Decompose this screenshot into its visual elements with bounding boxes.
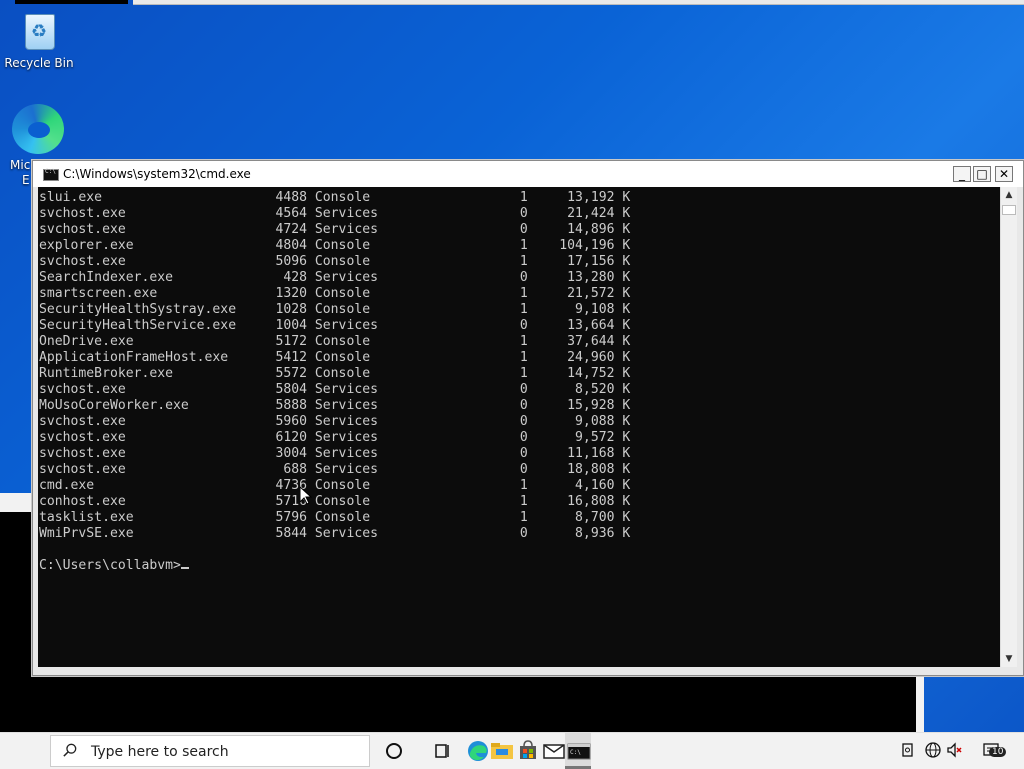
desktop-icon-label: E bbox=[22, 173, 30, 187]
desktop-icon-recycle-bin[interactable]: Recycle Bin bbox=[3, 8, 75, 70]
volume-muted-icon[interactable] bbox=[946, 741, 964, 759]
console-line: svchost.exe 688 Services 0 18,808 K bbox=[39, 462, 631, 477]
scroll-thumb[interactable] bbox=[1002, 205, 1016, 215]
console-line: svchost.exe 3004 Services 0 11,168 K bbox=[39, 446, 631, 461]
start-button[interactable] bbox=[0, 733, 50, 769]
background-window-edge bbox=[916, 674, 924, 732]
network-globe-icon[interactable] bbox=[924, 741, 942, 759]
console-line: OneDrive.exe 5172 Console 1 37,644 K bbox=[39, 334, 631, 349]
cortana-icon[interactable] bbox=[380, 737, 408, 765]
vertical-scrollbar[interactable]: ▲ ▼ bbox=[1000, 187, 1017, 667]
command-prompt[interactable]: C:\Users\collabvm> bbox=[39, 558, 181, 573]
mail-icon[interactable] bbox=[540, 737, 568, 765]
console-line: svchost.exe 5960 Services 0 9,088 K bbox=[39, 414, 631, 429]
store-icon[interactable] bbox=[514, 737, 542, 765]
console-line: svchost.exe 5804 Services 0 8,520 K bbox=[39, 382, 631, 397]
console-line: SecurityHealthSystray.exe 1028 Console 1… bbox=[39, 302, 631, 317]
search-placeholder: Type here to search bbox=[91, 744, 229, 760]
console-line: svchost.exe 6120 Services 0 9,572 K bbox=[39, 430, 631, 445]
console-line: slui.exe 4488 Console 1 13,192 K bbox=[39, 190, 631, 205]
cmd-window[interactable]: C:\Windows\system32\cmd.exe _ □ ✕ slui.e… bbox=[32, 160, 1024, 676]
console-line: cmd.exe 4736 Console 1 4,160 K bbox=[39, 478, 631, 493]
desktop-icon-edge[interactable] bbox=[2, 104, 74, 158]
task-view-icon[interactable] bbox=[428, 737, 456, 765]
console-line: SecurityHealthService.exe 1004 Services … bbox=[39, 318, 631, 333]
console-line: conhost.exe 5716 Console 1 16,808 K bbox=[39, 494, 631, 509]
minimize-button[interactable]: _ bbox=[953, 166, 971, 182]
cmd-icon bbox=[43, 168, 59, 181]
close-button[interactable]: ✕ bbox=[995, 166, 1013, 182]
console-line: SearchIndexer.exe 428 Services 0 13,280 … bbox=[39, 270, 631, 285]
desktop-icon-label: Recycle Bin bbox=[4, 56, 74, 70]
scroll-down-arrow-icon[interactable]: ▼ bbox=[1001, 651, 1017, 667]
background-window bbox=[0, 674, 922, 732]
console-line: svchost.exe 5096 Console 1 17,156 K bbox=[39, 254, 631, 269]
search-icon bbox=[63, 743, 77, 757]
recycle-bin-icon bbox=[21, 8, 57, 52]
console-line: svchost.exe 4564 Services 0 21,424 K bbox=[39, 206, 631, 221]
cmd-taskbar-icon[interactable]: C:\ bbox=[565, 737, 593, 765]
desktop-icon-label: Mic bbox=[10, 158, 31, 172]
text-caret bbox=[180, 567, 189, 569]
console-line: smartscreen.exe 1320 Console 1 21,572 K bbox=[39, 286, 631, 301]
console-line: svchost.exe 4724 Services 0 14,896 K bbox=[39, 222, 631, 237]
microphone-icon[interactable] bbox=[900, 741, 918, 759]
scroll-up-arrow-icon[interactable]: ▲ bbox=[1001, 187, 1017, 203]
search-input[interactable]: Type here to search bbox=[50, 735, 370, 767]
title-bar[interactable]: C:\Windows\system32\cmd.exe _ □ ✕ bbox=[33, 161, 1023, 187]
background-window-edge bbox=[15, 0, 128, 4]
taskbar: Type here to search C:\ bbox=[0, 732, 1024, 769]
edge-icon bbox=[12, 104, 64, 154]
maximize-button[interactable]: □ bbox=[973, 166, 991, 182]
console-line: MoUsoCoreWorker.exe 5888 Services 0 15,9… bbox=[39, 398, 631, 413]
console-line: explorer.exe 4804 Console 1 104,196 K bbox=[39, 238, 631, 253]
console-text: slui.exe 4488 Console 1 13,192 K svchost… bbox=[38, 187, 1000, 574]
console-line: tasklist.exe 5796 Console 1 8,700 K bbox=[39, 510, 631, 525]
console-output[interactable]: slui.exe 4488 Console 1 13,192 K svchost… bbox=[38, 187, 1000, 667]
file-explorer-icon[interactable] bbox=[488, 737, 516, 765]
svg-text:C:\: C:\ bbox=[570, 749, 581, 756]
mouse-cursor-icon bbox=[300, 487, 312, 505]
window-title: C:\Windows\system32\cmd.exe bbox=[63, 167, 251, 181]
console-line: WmiPrvSE.exe 5844 Services 0 8,936 K bbox=[39, 526, 631, 541]
console-line: ApplicationFrameHost.exe 5412 Console 1 … bbox=[39, 350, 631, 365]
console-line: RuntimeBroker.exe 5572 Console 1 14,752 … bbox=[39, 366, 631, 381]
notification-count-badge: 10 bbox=[989, 747, 1007, 757]
background-window-edge bbox=[133, 0, 1024, 5]
